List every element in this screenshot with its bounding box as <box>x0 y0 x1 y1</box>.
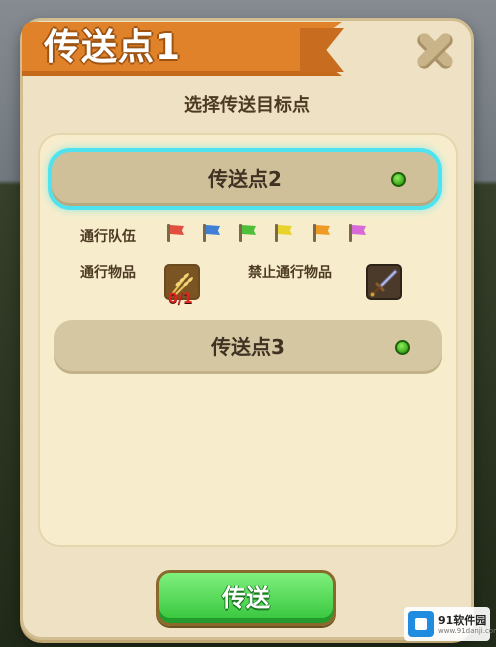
watermark: 91软件园 www.91danji.com <box>404 607 496 641</box>
team-label: 通行队伍 <box>80 229 136 245</box>
watermark-text: 91软件园 <box>438 614 487 627</box>
destination-label: 传送点3 <box>211 335 285 359</box>
yellow-flag-icon <box>272 222 294 244</box>
status-dot-icon <box>391 172 406 187</box>
orange-flag-icon <box>310 222 332 244</box>
pass-item-count: 0/1 <box>168 291 193 307</box>
dialog-title: 传送点1 <box>44 27 182 68</box>
pass-item-label: 通行物品 <box>80 265 136 281</box>
destination-label: 传送点2 <box>208 167 282 191</box>
sword-icon[interactable] <box>366 264 402 300</box>
destination-option-1[interactable]: 传送点2 <box>52 152 438 206</box>
green-flag-icon <box>236 222 258 244</box>
teleport-button-label: 传送 <box>222 584 270 612</box>
destination-option-2[interactable]: 传送点3 <box>54 320 442 374</box>
status-dot-icon <box>395 340 410 355</box>
red-flag-icon <box>164 222 186 244</box>
blue-flag-icon <box>200 222 222 244</box>
close-button[interactable] <box>410 26 460 76</box>
watermark-logo-icon <box>408 611 434 637</box>
dialog-subtitle: 选择传送目标点 <box>184 95 310 116</box>
watermark-subtext: www.91danji.com <box>438 627 496 635</box>
teleport-button[interactable]: 传送 <box>156 570 336 626</box>
pink-flag-icon <box>346 222 368 244</box>
forbidden-item-label: 禁止通行物品 <box>248 265 332 281</box>
